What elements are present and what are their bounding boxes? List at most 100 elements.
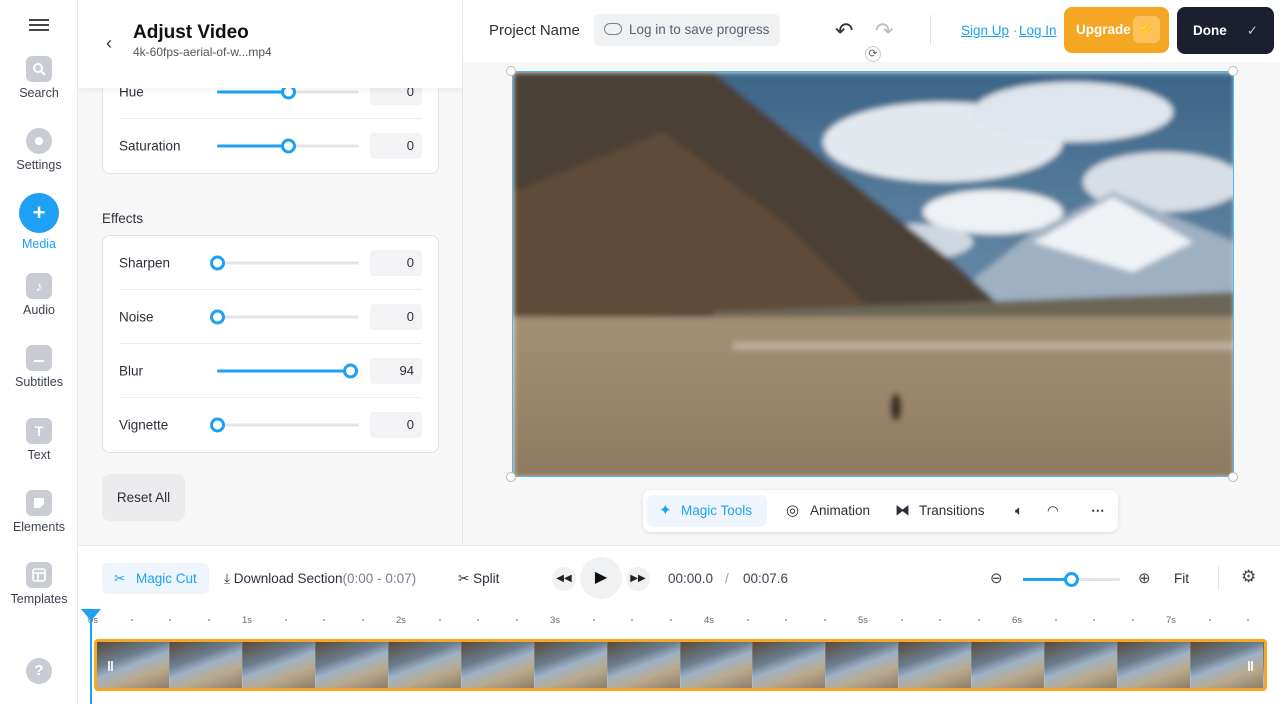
blur-value-field[interactable]: 94 <box>370 357 422 384</box>
menu-icon[interactable] <box>29 16 49 36</box>
resize-handle-top-right[interactable] <box>1228 66 1238 76</box>
magic-cut-button[interactable]: ✂ Magic Cut <box>102 563 209 594</box>
nav-elements[interactable]: Elements <box>0 490 78 534</box>
saturation-slider[interactable] <box>217 138 359 154</box>
project-name[interactable]: Project Name <box>489 22 580 39</box>
ruler-minor-tick <box>977 619 980 621</box>
ruler-minor-tick <box>631 619 633 621</box>
reset-all-button[interactable]: Reset All <box>102 474 185 521</box>
vignette-value-field[interactable]: 0 <box>370 412 422 438</box>
speed-icon[interactable]: ◠ <box>1047 495 1059 527</box>
redo-icon[interactable]: ↷ <box>875 18 893 44</box>
vignette-slider[interactable] <box>210 417 359 433</box>
ruler-minor-tick <box>207 619 210 621</box>
lightning-icon: ⚡ <box>1133 16 1160 43</box>
noise-slider-knob[interactable] <box>210 309 225 324</box>
vignette-row: Vignette 0 <box>119 398 422 452</box>
resize-handle-bottom-left[interactable] <box>506 472 516 482</box>
video-editor-app: Search Settings + Media ♪ Audio Subtitle… <box>0 0 1280 704</box>
vignette-slider-knob[interactable] <box>210 417 225 433</box>
more-icon[interactable]: ⋯ <box>1091 495 1105 527</box>
rewind-icon[interactable]: ◀◀ <box>552 567 576 591</box>
playhead[interactable] <box>81 609 101 704</box>
transitions-icon: ⧓ <box>895 502 910 519</box>
adjust-video-panel: ‹ Adjust Video 4k-60fps-aerial-of-w...mp… <box>78 0 463 545</box>
nav-audio[interactable]: ♪ Audio <box>0 273 78 317</box>
zoom-in-icon[interactable]: ⊕ <box>1138 569 1151 587</box>
animation-button[interactable]: ◎ Animation <box>786 495 870 527</box>
divider <box>1218 566 1219 590</box>
clip-thumbnail-frame <box>826 642 900 688</box>
rotate-icon[interactable]: ⟳ <box>865 46 881 62</box>
download-range: (0:00 - 0:07) <box>342 571 417 586</box>
ruler-minor-tick <box>477 619 479 621</box>
back-arrow-icon[interactable]: ‹ <box>106 33 112 54</box>
transitions-button[interactable]: ⧓ Transitions <box>895 495 985 527</box>
undo-icon[interactable]: ↶ <box>835 18 853 44</box>
nav-subtitles[interactable]: Subtitles <box>0 345 78 389</box>
ruler-minor-tick <box>939 619 941 621</box>
nav-media[interactable]: + Media <box>0 193 78 251</box>
clip-thumbnail-frame <box>899 642 973 688</box>
nav-text[interactable]: T Text <box>0 418 78 462</box>
nav-templates-label: Templates <box>10 592 68 606</box>
volume-icon[interactable]: 🔈︎ <box>1015 495 1023 527</box>
sharpen-value-field[interactable]: 0 <box>370 249 422 276</box>
noise-value-field[interactable]: 0 <box>370 303 422 330</box>
zoom-slider-knob[interactable] <box>1064 572 1079 587</box>
nav-settings[interactable]: Settings <box>0 128 78 172</box>
sharpen-slider-knob[interactable] <box>210 255 225 270</box>
fast-forward-icon[interactable]: ▶▶ <box>626 567 650 591</box>
nav-search[interactable]: Search <box>0 56 78 100</box>
blur-slider[interactable] <box>217 363 359 378</box>
clip-thumbnail-frame <box>461 642 535 688</box>
magic-tools-button[interactable]: ✦ Magic Tools <box>647 495 767 527</box>
sharpen-slider[interactable] <box>210 255 359 270</box>
hue-slider[interactable] <box>217 84 359 99</box>
ruler-tick: 7s <box>1166 615 1177 626</box>
current-time: 00:00.0 <box>668 571 714 586</box>
video-preview[interactable] <box>512 71 1234 477</box>
ruler-minor-tick <box>592 619 595 621</box>
split-button[interactable]: ✂ Split <box>458 571 499 587</box>
clip-trim-handle-right[interactable]: ‖ <box>1247 658 1254 674</box>
saturation-slider-knob[interactable] <box>281 138 296 154</box>
ruler-minor-tick <box>823 619 826 621</box>
fit-button[interactable]: Fit <box>1174 571 1189 586</box>
noise-row: Noise 0 <box>119 290 422 344</box>
sign-up-link[interactable]: Sign Up <box>961 23 1009 38</box>
log-in-link[interactable]: Log In <box>1019 23 1057 38</box>
animation-icon: ◎ <box>786 502 800 519</box>
elements-icon <box>26 490 52 516</box>
effects-heading: Effects <box>102 211 144 226</box>
save-progress-pill[interactable]: Log in to save progress <box>594 14 780 46</box>
ruler-minor-tick <box>1131 619 1134 621</box>
zoom-slider[interactable] <box>1023 572 1120 587</box>
download-section-button[interactable]: ⤓ Download Section(0:00 - 0:07) <box>224 571 416 587</box>
zoom-out-icon[interactable]: ⊖ <box>990 569 1003 587</box>
blur-slider-knob[interactable] <box>343 363 359 378</box>
resize-handle-bottom-right[interactable] <box>1228 472 1238 482</box>
gear-icon[interactable]: ⚙ <box>1241 567 1256 587</box>
nav-templates[interactable]: Templates <box>0 562 78 606</box>
noise-slider[interactable] <box>210 309 359 324</box>
resize-handle-top-left[interactable] <box>506 66 516 76</box>
nav-media-label: Media <box>21 237 57 251</box>
saturation-value-field[interactable]: 0 <box>370 133 422 159</box>
play-icon[interactable]: ▶ <box>580 557 622 599</box>
done-button[interactable]: Done ✓ <box>1177 7 1274 54</box>
upgrade-label: Upgrade <box>1076 22 1131 37</box>
blur-slider-fill <box>217 369 351 372</box>
upgrade-button[interactable]: Upgrade ⚡ <box>1064 7 1169 53</box>
help-icon[interactable]: ? <box>26 658 52 684</box>
magic-cut-icon: ✂ <box>114 571 126 586</box>
ruler-minor-tick <box>169 619 171 621</box>
cloud-off-icon <box>604 23 622 35</box>
clip-thumbnail-frame <box>680 642 754 688</box>
check-icon: ✓ <box>1246 23 1258 38</box>
nav-text-label: Text <box>27 448 51 462</box>
sparkle-icon: ✦ <box>659 502 672 519</box>
video-clip[interactable]: ‖ ‖ <box>94 639 1267 691</box>
clip-trim-handle-left[interactable]: ‖ <box>107 658 114 674</box>
timeline-ruler[interactable]: 0s 1s 2s 3s 4s 5s 6s 7s <box>78 607 1280 635</box>
